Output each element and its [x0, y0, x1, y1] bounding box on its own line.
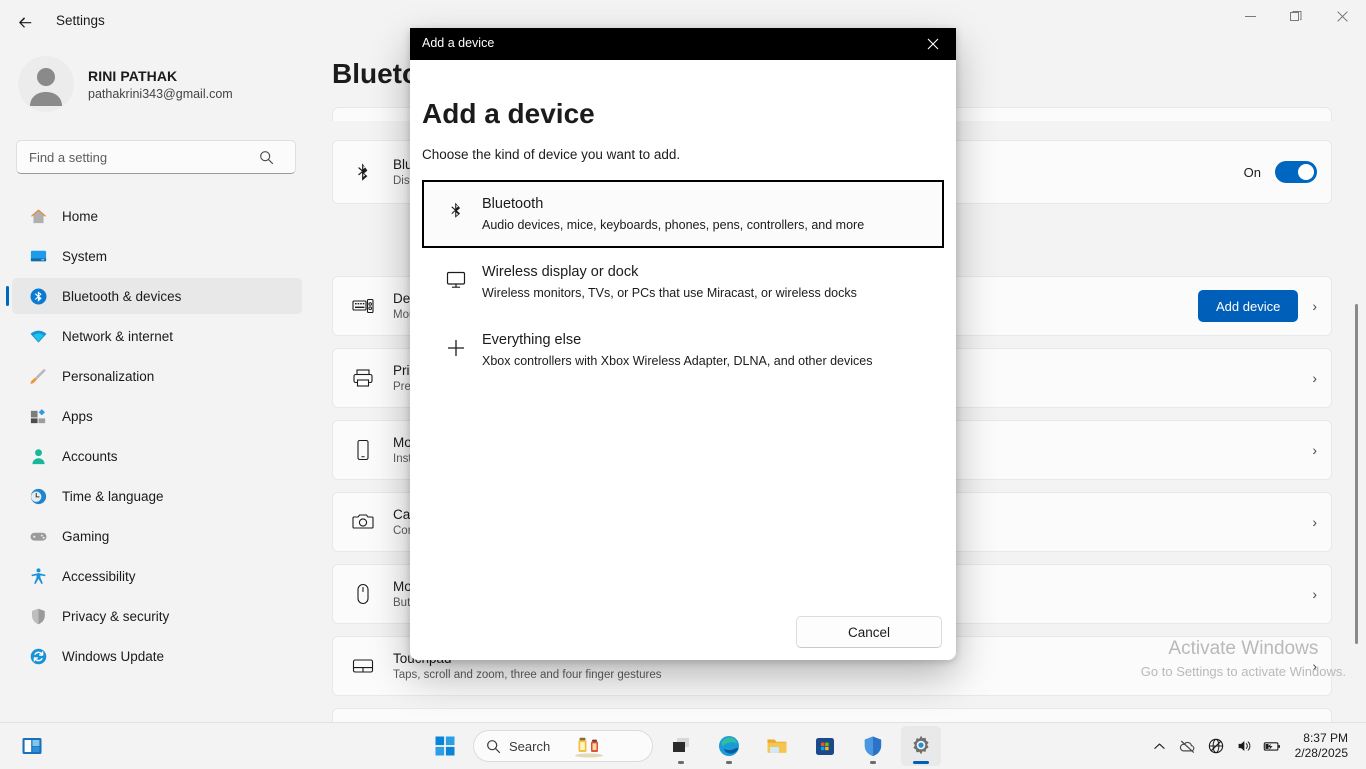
lantern-illustration-icon — [558, 734, 604, 758]
battery-charging-icon — [1262, 736, 1282, 756]
speaker-icon — [1235, 737, 1253, 755]
option-bluetooth[interactable]: Bluetooth Audio devices, mice, keyboards… — [422, 180, 944, 248]
settings-window: Settings — [0, 0, 1366, 722]
bluetooth-icon — [430, 196, 482, 221]
add-a-device-dialog: Add a device Add a device Choose the kin… — [410, 28, 956, 660]
taskbar-search[interactable]: Search — [473, 730, 653, 762]
option-title: Wireless display or dock — [482, 264, 857, 280]
taskbar: Search — [0, 722, 1366, 768]
close-icon — [927, 38, 939, 50]
task-view-icon — [670, 735, 692, 757]
onedrive-button[interactable] — [1175, 729, 1201, 763]
dialog-titlebar-title: Add a device — [422, 36, 494, 50]
option-subtitle: Wireless monitors, TVs, or PCs that use … — [482, 286, 857, 300]
clock-button[interactable]: 8:37 PM 2/28/2025 — [1287, 727, 1358, 765]
edge-button[interactable] — [709, 726, 749, 766]
battery-button[interactable] — [1259, 729, 1285, 763]
tray-overflow-button[interactable] — [1147, 729, 1173, 763]
windows-start-icon — [434, 735, 456, 757]
widgets-icon — [21, 735, 43, 757]
option-subtitle: Xbox controllers with Xbox Wireless Adap… — [482, 354, 872, 368]
monitor-icon — [430, 264, 482, 291]
dialog-body: Add a device Choose the kind of device y… — [410, 98, 956, 660]
dialog-titlebar: Add a device — [410, 28, 956, 60]
option-everything-else[interactable]: Everything else Xbox controllers with Xb… — [422, 316, 944, 384]
windows-security-button[interactable] — [853, 726, 893, 766]
task-view-button[interactable] — [661, 726, 701, 766]
taskbar-center-group: Search — [425, 723, 941, 769]
plus-icon — [430, 332, 482, 359]
active-indicator — [913, 761, 929, 764]
globe-no-internet-icon — [1207, 737, 1225, 755]
running-indicator — [870, 761, 876, 764]
network-button[interactable] — [1203, 729, 1229, 763]
clock-time: 8:37 PM — [1295, 731, 1348, 746]
widgets-button[interactable] — [16, 730, 48, 762]
device-type-option-list: Bluetooth Audio devices, mice, keyboards… — [422, 180, 944, 384]
folder-icon — [765, 734, 789, 758]
chevron-up-icon — [1153, 740, 1166, 753]
edge-browser-icon — [717, 734, 741, 758]
option-title: Bluetooth — [482, 196, 864, 212]
system-tray: 8:37 PM 2/28/2025 — [1147, 723, 1366, 769]
clock-date: 2/28/2025 — [1295, 746, 1348, 761]
search-icon — [486, 739, 501, 754]
dialog-close-button[interactable] — [910, 28, 956, 60]
gear-icon — [909, 734, 933, 758]
taskbar-search-label: Search — [509, 739, 550, 754]
dialog-footer: Cancel — [410, 606, 956, 660]
store-icon — [813, 734, 837, 758]
cancel-button[interactable]: Cancel — [796, 616, 942, 648]
option-subtitle: Audio devices, mice, keyboards, phones, … — [482, 218, 864, 232]
microsoft-store-button[interactable] — [805, 726, 845, 766]
option-title: Everything else — [482, 332, 872, 348]
option-wireless-display-or-dock[interactable]: Wireless display or dock Wireless monito… — [422, 248, 944, 316]
dialog-heading: Add a device — [422, 98, 944, 130]
dialog-subtitle: Choose the kind of device you want to ad… — [422, 147, 944, 162]
onedrive-offline-icon — [1178, 737, 1197, 756]
start-button[interactable] — [425, 726, 465, 766]
file-explorer-button[interactable] — [757, 726, 797, 766]
dialog-scrim: Add a device Add a device Choose the kin… — [0, 0, 1366, 722]
settings-button[interactable] — [901, 726, 941, 766]
shield-icon — [861, 734, 885, 758]
running-indicator — [678, 761, 684, 764]
running-indicator — [726, 761, 732, 764]
volume-button[interactable] — [1231, 729, 1257, 763]
